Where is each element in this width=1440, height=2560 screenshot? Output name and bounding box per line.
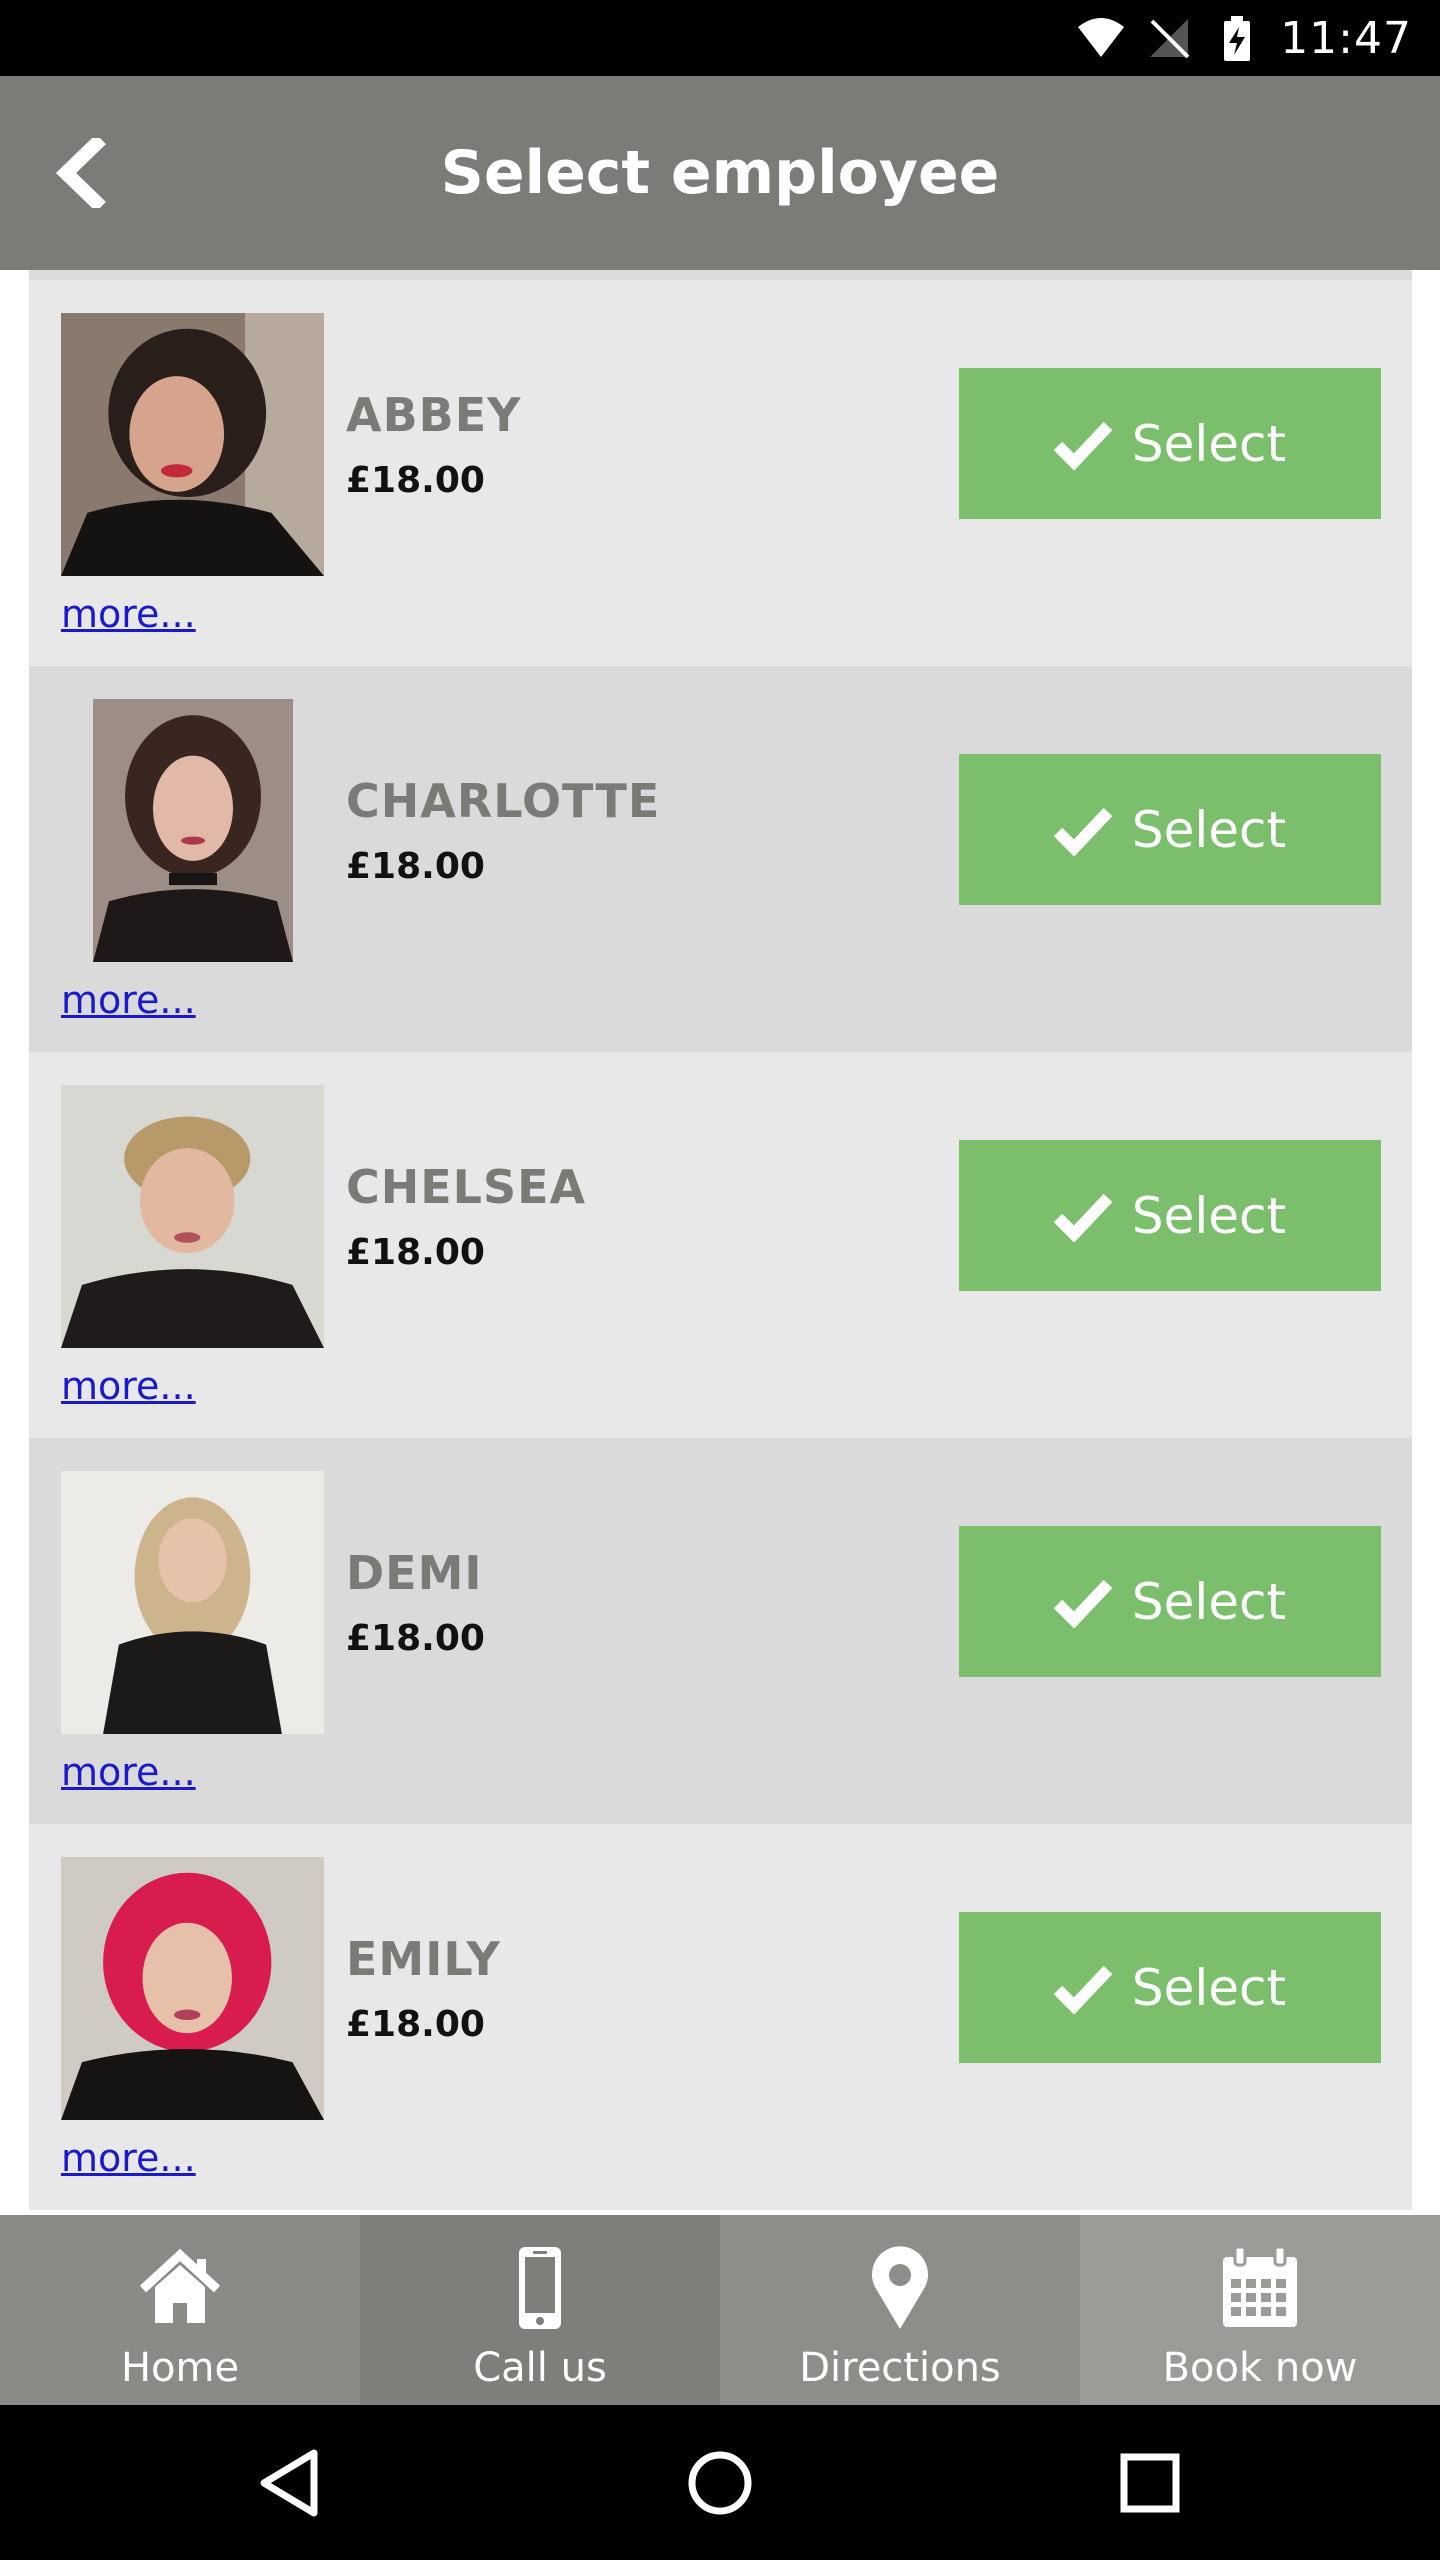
calendar-icon [1223, 2245, 1297, 2327]
no-signal-icon [1150, 19, 1190, 59]
check-icon [1053, 1193, 1112, 1242]
nav-item-book-now[interactable]: Book now [1080, 2215, 1440, 2405]
employee-name: EMILY [346, 1932, 501, 1986]
employee-row: CHELSEA £18.00 Select more... [29, 1052, 1412, 1438]
app-bar: Select employee [0, 76, 1440, 270]
home-circle-icon[interactable] [682, 2445, 758, 2521]
more-link[interactable]: more... [61, 978, 196, 1022]
employee-price: £18.00 [346, 460, 485, 501]
status-bar: 11:47 [0, 0, 1440, 76]
employee-row: EMILY £18.00 Select more... [29, 1824, 1412, 2210]
nav-label: Directions [799, 2345, 1001, 2391]
bottom-nav: Home Call us Directions Book now [0, 2215, 1440, 2405]
home-icon [139, 2248, 221, 2323]
employee-row: ABBEY £18.00 Select more... [29, 280, 1412, 666]
more-link[interactable]: more... [61, 1364, 196, 1408]
wifi-icon [1078, 18, 1125, 57]
employee-name: CHELSEA [346, 1160, 587, 1214]
more-link[interactable]: more... [61, 1750, 196, 1794]
nav-label: Home [120, 2345, 240, 2391]
employee-price: £18.00 [346, 1618, 485, 1659]
employee-photo [61, 313, 324, 576]
select-label: Select [1131, 1572, 1287, 1631]
employee-price: £18.00 [346, 1232, 485, 1273]
system-nav-bar [0, 2405, 1440, 2560]
employee-photo [61, 1085, 324, 1348]
map-pin-icon [872, 2246, 928, 2329]
select-button[interactable]: Select [959, 1526, 1381, 1677]
employee-name: DEMI [346, 1546, 483, 1600]
nav-item-home[interactable]: Home [0, 2215, 360, 2405]
more-link[interactable]: more... [61, 2136, 196, 2180]
check-icon [1053, 1579, 1112, 1628]
status-time: 11:47 [1280, 12, 1412, 64]
check-icon [1053, 421, 1112, 470]
select-button[interactable]: Select [959, 754, 1381, 905]
status-icons: 11:47 [1076, 0, 1412, 76]
employee-price: £18.00 [346, 2004, 485, 2045]
check-icon [1053, 807, 1112, 856]
employee-photo [61, 1857, 324, 2120]
select-label: Select [1131, 1186, 1287, 1245]
employee-row: CHARLOTTE £18.00 Select more... [29, 666, 1412, 1052]
employee-photo [93, 699, 293, 962]
recents-square-icon[interactable] [1112, 2445, 1188, 2521]
select-button[interactable]: Select [959, 368, 1381, 519]
page-title: Select employee [440, 138, 1000, 208]
phone-icon [519, 2247, 561, 2329]
back-triangle-icon[interactable] [252, 2445, 328, 2521]
employee-row: DEMI £18.00 Select more... [29, 1438, 1412, 1824]
nav-item-call-us[interactable]: Call us [360, 2215, 720, 2405]
employee-name: ABBEY [346, 388, 522, 442]
nav-label: Call us [473, 2345, 607, 2391]
employee-price: £18.00 [346, 846, 485, 887]
more-link[interactable]: more... [61, 592, 196, 636]
employee-list: ABBEY £18.00 Select more... CHARLOTTE £1… [29, 270, 1412, 2210]
employee-list-area[interactable]: ABBEY £18.00 Select more... CHARLOTTE £1… [0, 270, 1440, 2215]
nav-label: Book now [1162, 2345, 1358, 2391]
select-label: Select [1131, 1958, 1287, 2017]
nav-item-directions[interactable]: Directions [720, 2215, 1080, 2405]
select-label: Select [1131, 414, 1287, 473]
employee-name: CHARLOTTE [346, 774, 661, 828]
battery-charging-icon [1224, 16, 1251, 61]
select-button[interactable]: Select [959, 1140, 1381, 1291]
select-label: Select [1131, 800, 1287, 859]
list-divider [29, 270, 1412, 280]
select-button[interactable]: Select [959, 1912, 1381, 2063]
check-icon [1053, 1965, 1112, 2014]
employee-photo [61, 1471, 324, 1734]
